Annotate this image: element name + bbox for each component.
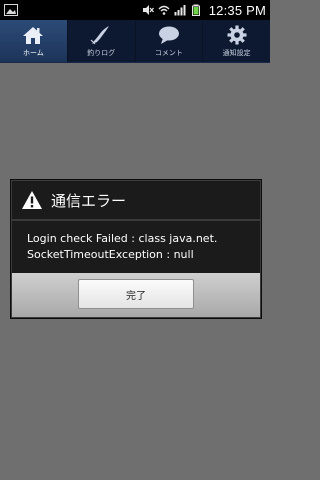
tab-home[interactable]: ホーム [0,20,68,62]
top-nav-tabs: ホーム 釣りログ コメント 通知設定 [0,20,270,63]
dialog-message: Login check Failed : class java.net. Soc… [27,232,218,261]
signal-icon [174,5,186,16]
dialog-title: 通信エラー [51,191,127,210]
tab-label: コメント [154,49,183,57]
gear-icon [227,25,247,45]
tab-label: 釣りログ [87,49,116,57]
wifi-icon [158,5,170,15]
tab-label: 通知設定 [222,49,251,57]
dialog-footer: 完了 [12,273,260,317]
fish-icon [90,26,110,45]
error-dialog: 通信エラー Login check Failed : class java.ne… [11,180,261,318]
mute-icon [142,5,154,15]
house-icon [23,27,44,44]
tab-label: ホーム [22,49,44,57]
tab-fishing-log[interactable]: 釣りログ [68,20,136,62]
clock: 12:35 PM [208,2,266,18]
image-notification-icon [4,4,18,16]
battery-icon [191,4,200,16]
tab-comment[interactable]: コメント [136,20,204,62]
status-bar: 12:35 PM [0,0,270,20]
done-button[interactable]: 完了 [78,279,194,309]
warning-icon [22,191,42,209]
chat-bubble-icon [158,26,179,44]
dialog-divider [12,219,260,221]
dialog-header: 通信エラー [12,181,260,219]
tab-notification-settings[interactable]: 通知設定 [203,20,270,62]
